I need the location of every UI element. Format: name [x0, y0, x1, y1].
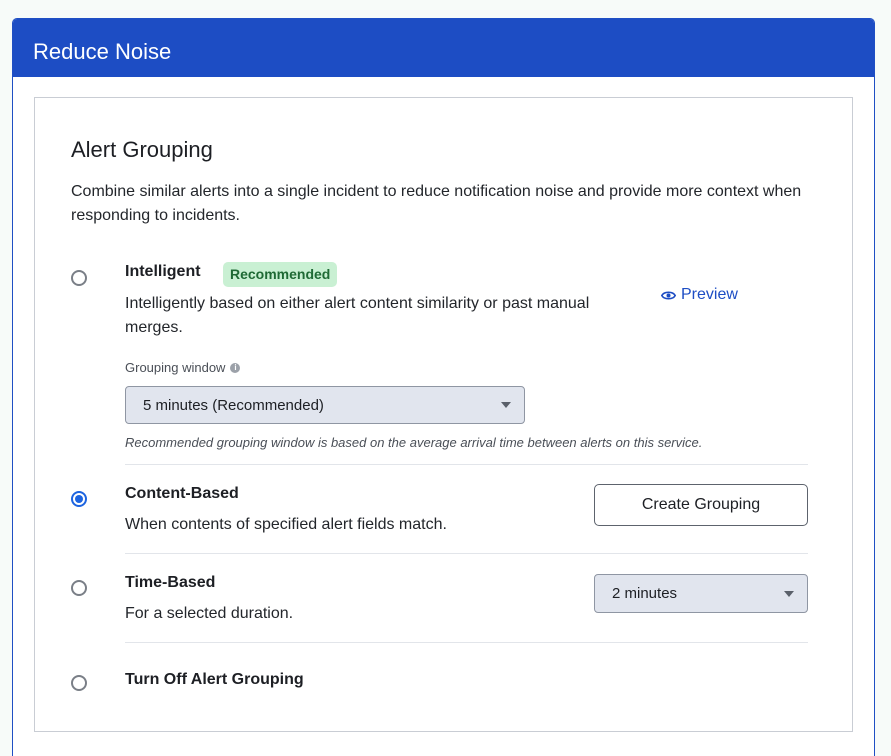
option-description-intelligent: Intelligently based on either alert cont… — [125, 295, 590, 336]
recommended-badge: Recommended — [223, 262, 338, 287]
radio-turn-off[interactable] — [71, 675, 87, 691]
eye-icon — [661, 290, 676, 300]
option-title-time-based: Time-Based — [125, 574, 216, 591]
section-title: Alert Grouping — [71, 137, 213, 162]
preview-label: Preview — [681, 286, 738, 303]
divider — [125, 553, 808, 554]
grouping-window-label-text: Grouping window — [125, 360, 226, 375]
reduce-noise-panel: Reduce Noise Alert Grouping Combine simi… — [12, 18, 875, 756]
grouping-window-label: Grouping window i — [125, 360, 241, 376]
option-title-intelligent: Intelligent — [125, 263, 201, 280]
panel-title: Reduce Noise — [13, 19, 874, 77]
info-icon[interactable]: i — [230, 363, 241, 373]
preview-link[interactable]: Preview — [661, 285, 738, 305]
alert-grouping-card: Alert Grouping Combine similar alerts in… — [34, 97, 853, 732]
radio-time-based[interactable] — [71, 580, 87, 596]
option-title-turn-off: Turn Off Alert Grouping — [125, 671, 304, 688]
option-description-content-based: When contents of specified alert fields … — [125, 516, 447, 533]
radio-intelligent[interactable] — [71, 270, 87, 286]
grouping-window-select[interactable]: 5 minutes (Recommended) — [125, 386, 525, 424]
duration-value: 2 minutes — [612, 585, 678, 602]
section-description: Combine similar alerts into a single inc… — [71, 183, 802, 224]
chevron-down-icon — [784, 590, 794, 597]
grouping-window-value: 5 minutes (Recommended) — [143, 396, 324, 414]
radio-content-based[interactable] — [71, 491, 87, 507]
option-title-content-based: Content-Based — [125, 485, 239, 502]
create-grouping-button[interactable]: Create Grouping — [594, 484, 808, 526]
grouping-window-hint: Recommended grouping window is based on … — [125, 435, 703, 450]
divider — [125, 464, 808, 465]
divider — [125, 642, 808, 643]
chevron-down-icon — [501, 402, 511, 408]
time-based-duration-select[interactable]: 2 minutes — [594, 574, 808, 613]
option-description-time-based: For a selected duration. — [125, 605, 294, 622]
